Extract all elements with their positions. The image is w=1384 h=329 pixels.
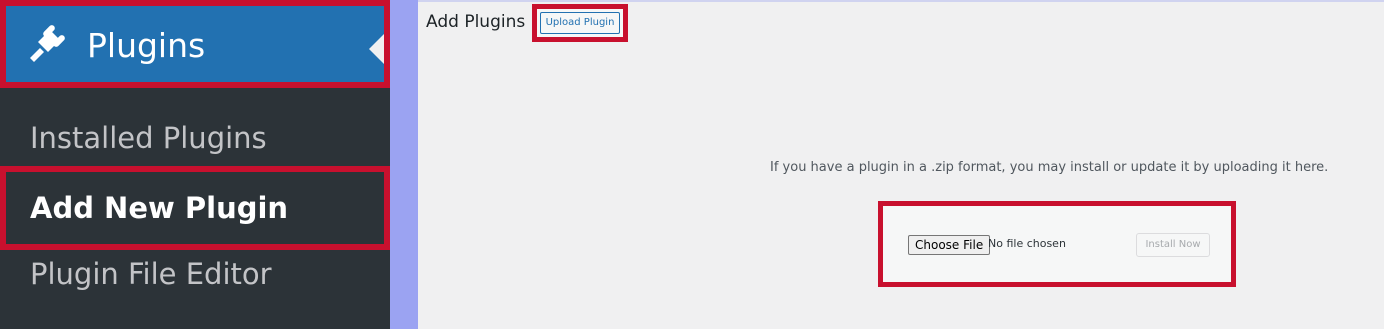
plugins-menu-label: Plugins — [87, 26, 206, 65]
upload-form: Choose File No file chosen Install Now — [878, 201, 1236, 287]
choose-file-button[interactable]: Choose File — [908, 235, 991, 255]
page-title: Add Plugins — [426, 12, 526, 32]
current-menu-arrow — [369, 34, 384, 64]
upload-plugin-highlight: Upload Plugin — [532, 4, 628, 42]
install-now-button[interactable]: Install Now — [1136, 233, 1210, 257]
sidebar-item-plugin-file-editor[interactable]: Plugin File Editor — [0, 252, 390, 296]
plugins-menu[interactable]: Plugins — [0, 0, 390, 88]
sidebar-item-add-new-plugin[interactable]: Add New Plugin — [0, 166, 390, 250]
main-content: Add Plugins Upload Plugin If you have a … — [418, 0, 1384, 329]
upload-help-text: If you have a plugin in a .zip format, y… — [770, 160, 1329, 175]
sidebar-item-installed-plugins[interactable]: Installed Plugins — [0, 116, 390, 160]
upload-plugin-button[interactable]: Upload Plugin — [540, 12, 620, 34]
admin-sidebar: Plugins Installed Plugins Add New Plugin… — [0, 0, 390, 329]
file-status-text: No file chosen — [988, 237, 1066, 250]
plug-icon — [30, 25, 65, 62]
frame-divider — [390, 0, 418, 329]
